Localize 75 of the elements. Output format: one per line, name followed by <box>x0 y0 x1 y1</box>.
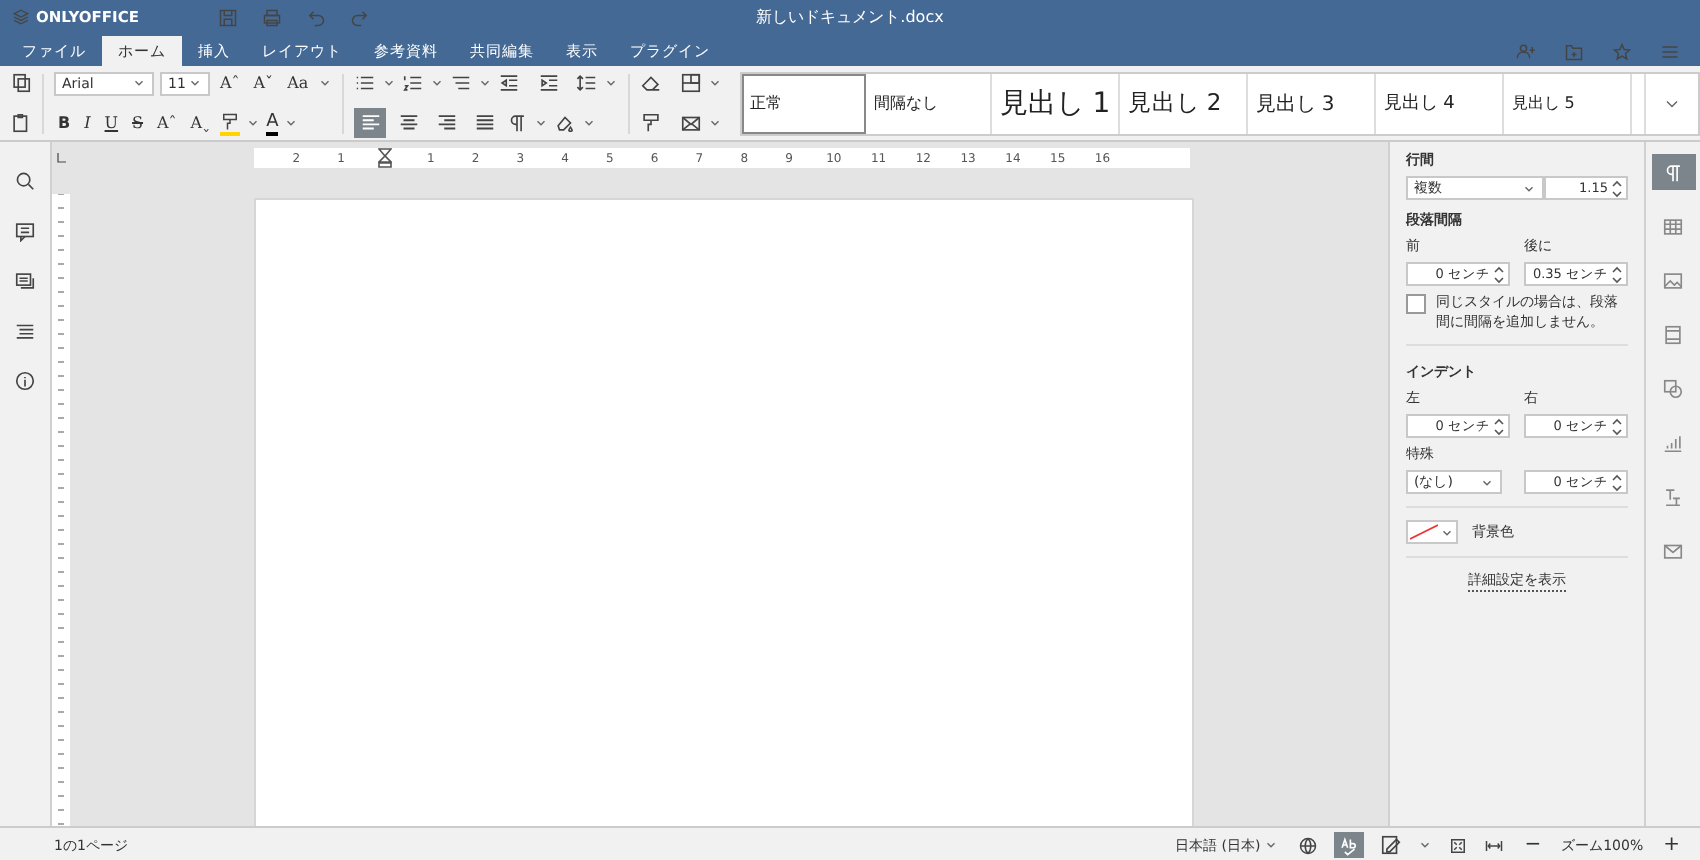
caret-icon[interactable] <box>318 76 333 90</box>
caret-icon[interactable] <box>1440 525 1454 539</box>
increase-indent-icon[interactable] <box>537 72 560 94</box>
info-icon[interactable] <box>14 370 36 392</box>
paste-icon[interactable] <box>10 112 32 134</box>
pilcrow-icon[interactable] <box>1662 161 1684 183</box>
zoom-out-button[interactable]: − <box>1520 832 1546 858</box>
image-icon[interactable] <box>1662 269 1684 291</box>
caret-icon[interactable] <box>382 76 397 90</box>
fit-width-icon[interactable] <box>1484 835 1505 855</box>
text-icon[interactable] <box>1662 485 1684 507</box>
format-button[interactable]: U <box>100 114 123 132</box>
comment-icon[interactable] <box>14 220 36 242</box>
spinner-arrows-icon[interactable] <box>1494 265 1504 283</box>
eraser-icon[interactable] <box>640 72 663 94</box>
background-color-picker[interactable] <box>1406 520 1458 544</box>
pilcrow-tab[interactable] <box>1651 154 1695 190</box>
checkbox[interactable] <box>1406 294 1426 314</box>
format-button[interactable]: B <box>54 114 75 132</box>
caret-icon[interactable] <box>246 116 261 130</box>
envelope-icon[interactable] <box>679 112 702 134</box>
table-icon[interactable] <box>1662 215 1684 237</box>
page-icon[interactable] <box>1662 323 1684 345</box>
font-button[interactable]: Aa <box>283 74 313 92</box>
caret-icon[interactable] <box>478 76 493 90</box>
decrease-indent-icon[interactable] <box>498 72 521 94</box>
tab-stop-icon[interactable] <box>53 150 69 166</box>
pilcrow-icon[interactable] <box>506 112 529 134</box>
spinner-arrows-icon[interactable] <box>1612 473 1622 491</box>
fit-page-icon[interactable] <box>1448 835 1469 855</box>
caret-icon[interactable] <box>604 76 619 90</box>
font-button[interactable]: Aˇ <box>249 74 278 92</box>
caret-icon[interactable] <box>707 76 722 90</box>
caret-icon[interactable] <box>1418 838 1433 852</box>
spinner-arrows-icon[interactable] <box>1612 265 1622 283</box>
spinner-arrows-icon[interactable] <box>1494 417 1504 435</box>
window-title: 新しいドキュメント.docx <box>756 8 944 26</box>
numbered-list-icon[interactable] <box>402 72 425 94</box>
paint-bucket-icon[interactable] <box>554 112 577 134</box>
caret-icon[interactable] <box>188 76 202 90</box>
bar-chart-icon[interactable] <box>1662 431 1684 453</box>
caret-icon[interactable] <box>284 116 299 130</box>
paint-roller-icon[interactable] <box>640 112 663 134</box>
format-button[interactable]: S <box>128 114 148 132</box>
shapes-icon[interactable] <box>1662 377 1684 399</box>
style-preset[interactable]: 正常 <box>741 73 866 133</box>
chat-icon[interactable] <box>14 270 36 292</box>
edit-document-icon[interactable] <box>1380 834 1403 856</box>
format-button[interactable]: A˯ <box>186 114 215 132</box>
star-icon[interactable] <box>1612 42 1632 62</box>
caret-icon[interactable] <box>1264 838 1279 852</box>
font-button[interactable]: Aˆ <box>216 74 244 92</box>
caret-icon[interactable] <box>534 116 549 130</box>
format-button[interactable]: Aˆ <box>153 114 181 132</box>
copy-icon[interactable] <box>10 72 32 94</box>
caret-icon[interactable] <box>582 116 597 130</box>
line-spacing-icon[interactable] <box>576 72 599 94</box>
spinner-arrows-icon[interactable] <box>1612 179 1622 197</box>
caret-icon[interactable] <box>1522 181 1537 195</box>
search-icon[interactable] <box>14 170 36 192</box>
caret-icon[interactable] <box>132 76 146 90</box>
caret-icon[interactable] <box>707 116 722 130</box>
indent-marker-icon[interactable] <box>378 148 393 168</box>
zoom-in-button[interactable]: + <box>1659 832 1684 858</box>
spinner-arrows-icon[interactable] <box>1612 417 1622 435</box>
bullet-list-icon[interactable] <box>354 72 377 94</box>
font-color-button[interactable]: A <box>266 111 279 135</box>
globe-icon[interactable] <box>1298 835 1319 855</box>
caret-icon[interactable] <box>1480 475 1494 489</box>
list-icon[interactable] <box>14 320 36 342</box>
format-button[interactable]: I <box>80 114 95 132</box>
borders-icon[interactable] <box>679 72 702 94</box>
multilevel-list-icon[interactable] <box>450 72 473 94</box>
paint-roller-icon[interactable] <box>220 111 241 131</box>
caret-icon[interactable] <box>430 76 445 90</box>
